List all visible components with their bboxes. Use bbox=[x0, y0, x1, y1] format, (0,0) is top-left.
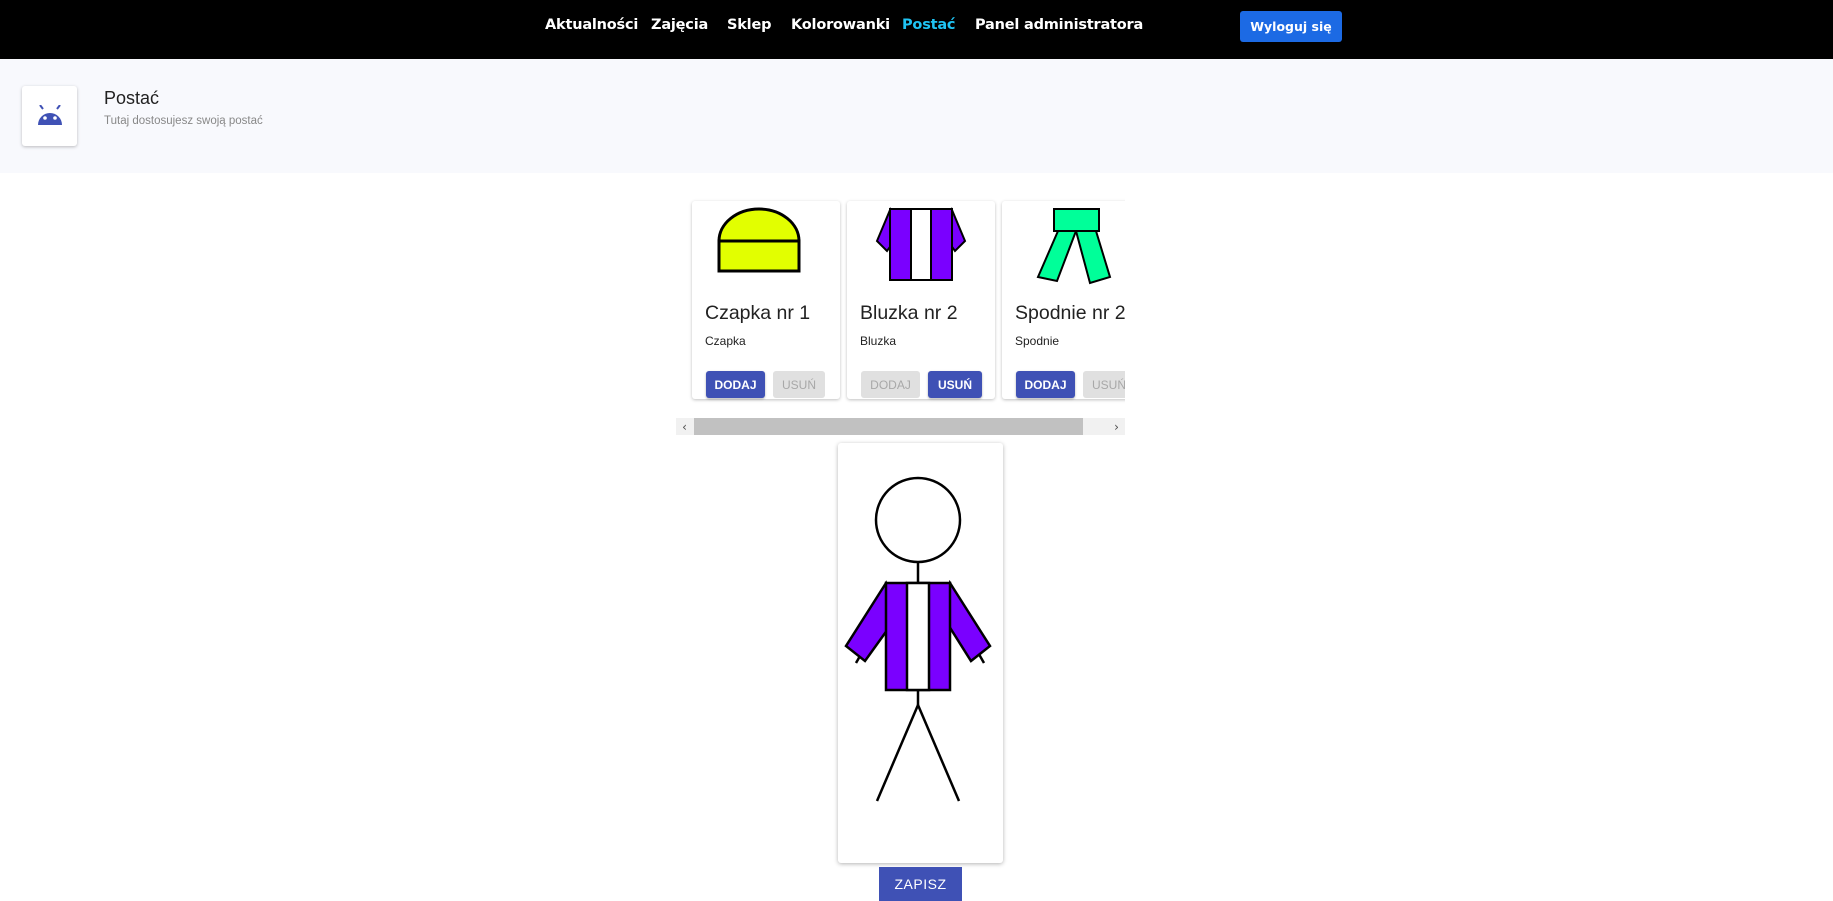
item-title: Bluzka nr 2 bbox=[860, 302, 958, 324]
scroll-right-icon[interactable]: › bbox=[1108, 418, 1125, 435]
page-header bbox=[0, 59, 1833, 173]
item-card: Spodnie nr 2 Spodnie DODAJ USUŃ bbox=[1002, 201, 1125, 399]
nav-item-aktualnosci[interactable]: Aktualności bbox=[545, 17, 638, 33]
top-navbar: Aktualności Zajęcia Sklep Kolorowanki Po… bbox=[0, 0, 1833, 59]
add-button[interactable]: DODAJ bbox=[1016, 371, 1075, 398]
item-category: Czapka bbox=[705, 334, 746, 348]
page-subtitle: Tutaj dostosujesz swoją postać bbox=[104, 115, 263, 127]
header-icon-card bbox=[22, 86, 77, 146]
item-title: Czapka nr 1 bbox=[705, 302, 811, 324]
add-button[interactable]: DODAJ bbox=[861, 371, 920, 398]
add-button[interactable]: DODAJ bbox=[706, 371, 765, 398]
item-card: Bluzka nr 2 Bluzka DODAJ USUŃ bbox=[847, 201, 995, 399]
scroll-left-icon[interactable]: ‹ bbox=[676, 418, 693, 435]
item-category: Bluzka bbox=[860, 334, 897, 348]
item-card: Czapka nr 1 Czapka DODAJ USUŃ bbox=[692, 201, 840, 399]
carousel-scrollbar[interactable]: ‹ › bbox=[676, 418, 1125, 435]
remove-button[interactable]: USUŃ bbox=[928, 371, 982, 398]
nav-item-kolorowanki[interactable]: Kolorowanki bbox=[791, 17, 890, 33]
nav-item-sklep[interactable]: Sklep bbox=[727, 17, 771, 33]
logout-button[interactable]: Wyloguj się bbox=[1240, 11, 1342, 42]
pants-image bbox=[1036, 208, 1112, 285]
save-button[interactable]: ZAPISZ bbox=[879, 867, 962, 901]
nav-item-postac[interactable]: Postać bbox=[902, 17, 956, 33]
remove-button[interactable]: USUŃ bbox=[773, 371, 825, 398]
main-nav: Aktualności Zajęcia Sklep Kolorowanki Po… bbox=[0, 0, 1833, 52]
items-carousel[interactable]: Czapka nr 1 Czapka DODAJ USUŃ Bluzka nr … bbox=[676, 198, 1125, 436]
shirt-image bbox=[875, 206, 967, 281]
nav-item-panel-administratora[interactable]: Panel administratora bbox=[975, 17, 1143, 33]
character-figure bbox=[844, 476, 992, 802]
remove-button[interactable]: USUŃ bbox=[1083, 371, 1125, 398]
character-preview bbox=[838, 443, 1003, 863]
hat-image bbox=[717, 207, 801, 273]
nav-item-zajecia[interactable]: Zajęcia bbox=[651, 17, 708, 33]
android-icon bbox=[37, 105, 62, 125]
item-category: Spodnie bbox=[1015, 334, 1060, 348]
scrollbar-thumb[interactable] bbox=[694, 418, 1083, 435]
item-title: Spodnie nr 2 bbox=[1015, 302, 1125, 324]
page-title: Postać bbox=[104, 88, 160, 108]
